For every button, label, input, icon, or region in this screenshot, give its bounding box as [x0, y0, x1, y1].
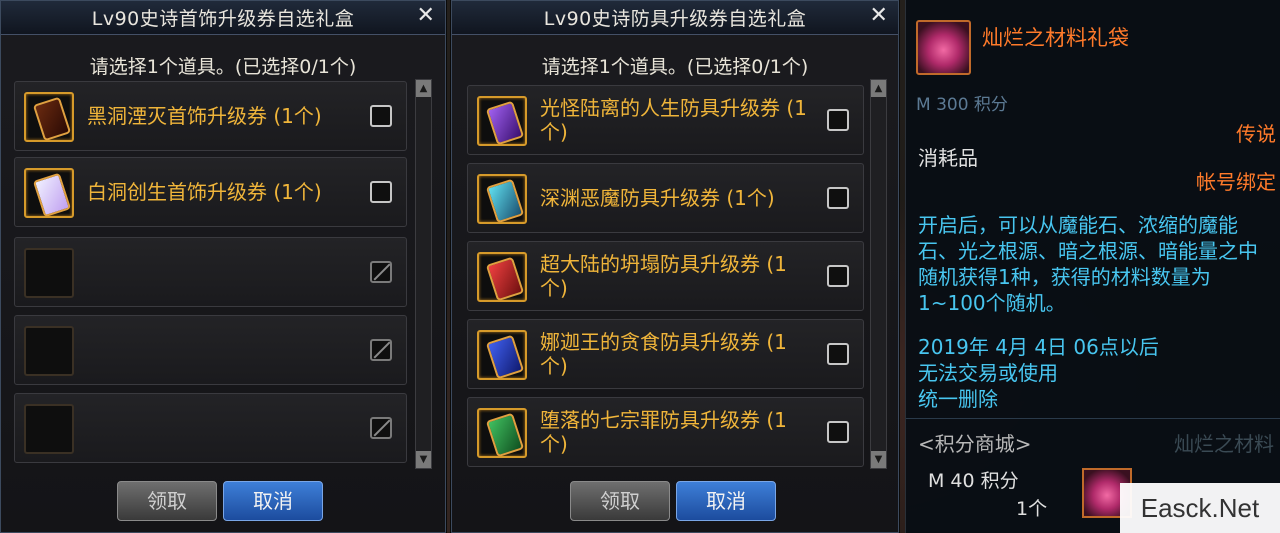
claim-button[interactable]: 领取 [117, 481, 217, 521]
scroll-red-icon [477, 252, 527, 302]
window-title: Lv90史诗首饰升级券自选礼盒 ✕ [1, 1, 445, 35]
item-slot-empty [14, 393, 407, 463]
tooltip-description: 开启后，可以从魔能石、浓缩的魔能石、光之根源、暗之根源、暗能量之中随机获得1种，… [918, 213, 1258, 315]
scroll-up-icon[interactable]: ▲ [871, 80, 886, 97]
item-slot[interactable]: 堕落的七宗罪防具升级券 (1个) [467, 397, 864, 467]
item-name: 深渊恶魔防具升级券 (1个) [540, 186, 775, 210]
accessory-box-window: Lv90史诗首饰升级券自选礼盒 ✕ 请选择1个道具。(已选择0/1个) 黑洞湮灭… [0, 0, 446, 533]
expiry-delete: 统一删除 [918, 387, 998, 411]
item-checkbox-disabled [370, 417, 392, 439]
item-name: 娜迦王的贪食防具升级券 (1个) [540, 330, 787, 378]
item-slot-empty [14, 315, 407, 385]
selection-prompt: 请选择1个道具。(已选择0/1个) [89, 56, 357, 78]
item-tooltip: 灿烂之材料礼袋 M 300 积分 传说 消耗品 帐号绑定 开启后，可以从魔能石、… [905, 0, 1280, 533]
tooltip-expiry: 2019年 4月 4日 06点以后 无法交易或使用 统一删除 [918, 334, 1159, 412]
item-slot-empty [14, 237, 407, 307]
item-slot[interactable]: 娜迦王的贪食防具升级券 (1个) [467, 319, 864, 389]
armor-box-window: Lv90史诗防具升级券自选礼盒 ✕ 请选择1个道具。(已选择0/1个) 光怪陆离… [451, 0, 899, 533]
shop-price: M 40 积分 [928, 470, 1019, 492]
empty-slot-icon [24, 326, 74, 376]
item-name: 白洞创生首饰升级券 (1个) [87, 180, 322, 204]
close-icon[interactable]: ✕ [868, 5, 890, 27]
scroll-blue-icon [477, 330, 527, 380]
item-checkbox[interactable] [827, 421, 849, 443]
tooltip-type: 消耗品 [918, 146, 978, 170]
item-slot[interactable]: 光怪陆离的人生防具升级券 (1个) [467, 85, 864, 155]
item-checkbox[interactable] [827, 343, 849, 365]
shop-quantity: 1个 [1016, 498, 1048, 520]
watermark: Easck.Net [1120, 483, 1280, 533]
scroll-down-icon[interactable]: ▼ [416, 451, 431, 468]
tooltip-points: M 300 积分 [916, 95, 1008, 115]
item-checkbox[interactable] [827, 187, 849, 209]
item-slot[interactable]: 黑洞湮灭首饰升级券 (1个) [14, 81, 407, 151]
window-title-text: Lv90史诗首饰升级券自选礼盒 [91, 8, 355, 30]
window-title: Lv90史诗防具升级券自选礼盒 ✕ [452, 1, 898, 35]
scroll-green-icon [477, 408, 527, 458]
item-checkbox-disabled [370, 261, 392, 283]
scroll-down-icon[interactable]: ▼ [871, 451, 886, 468]
cancel-button[interactable]: 取消 [223, 481, 323, 521]
cancel-button[interactable]: 取消 [676, 481, 776, 521]
empty-slot-icon [24, 404, 74, 454]
scroll-up-icon[interactable]: ▲ [416, 80, 431, 97]
item-name: 超大陆的坍塌防具升级券 (1个) [540, 252, 787, 300]
item-checkbox[interactable] [827, 109, 849, 131]
scrollbar[interactable]: ▲ ▼ [870, 79, 887, 469]
scroll-purple-icon [477, 96, 527, 146]
item-slot[interactable]: 白洞创生首饰升级券 (1个) [14, 157, 407, 227]
tooltip-shop: <积分商城> [918, 432, 1032, 456]
item-slot[interactable]: 超大陆的坍塌防具升级券 (1个) [467, 241, 864, 311]
expiry-restriction: 无法交易或使用 [918, 361, 1058, 385]
scrollbar[interactable]: ▲ ▼ [415, 79, 432, 469]
scroll-dark-icon [24, 92, 74, 142]
item-name: 黑洞湮灭首饰升级券 (1个) [87, 104, 322, 128]
window-title-text: Lv90史诗防具升级券自选礼盒 [543, 8, 807, 30]
claim-button[interactable]: 领取 [570, 481, 670, 521]
item-name: 堕落的七宗罪防具升级券 (1个) [540, 408, 787, 456]
expiry-date: 2019年 4月 4日 06点以后 [918, 335, 1159, 359]
item-checkbox[interactable] [370, 105, 392, 127]
tooltip-divider [906, 418, 1280, 419]
selection-prompt: 请选择1个道具。(已选择0/1个) [541, 56, 809, 78]
close-icon[interactable]: ✕ [415, 5, 437, 27]
tooltip-shop-item: 灿烂之材料 [1174, 432, 1274, 456]
scroll-white-icon [24, 168, 74, 218]
item-checkbox[interactable] [370, 181, 392, 203]
tooltip-bind: 帐号绑定 [1196, 170, 1276, 194]
item-checkbox[interactable] [827, 265, 849, 287]
item-name: 光怪陆离的人生防具升级券 (1个) [540, 96, 807, 144]
tooltip-rarity: 传说 [1236, 122, 1276, 146]
item-slot[interactable]: 深渊恶魔防具升级券 (1个) [467, 163, 864, 233]
empty-slot-icon [24, 248, 74, 298]
scroll-cyan-icon [477, 174, 527, 224]
tooltip-title: 灿烂之材料礼袋 [982, 26, 1129, 50]
material-bag-icon [916, 20, 971, 75]
item-checkbox-disabled [370, 339, 392, 361]
